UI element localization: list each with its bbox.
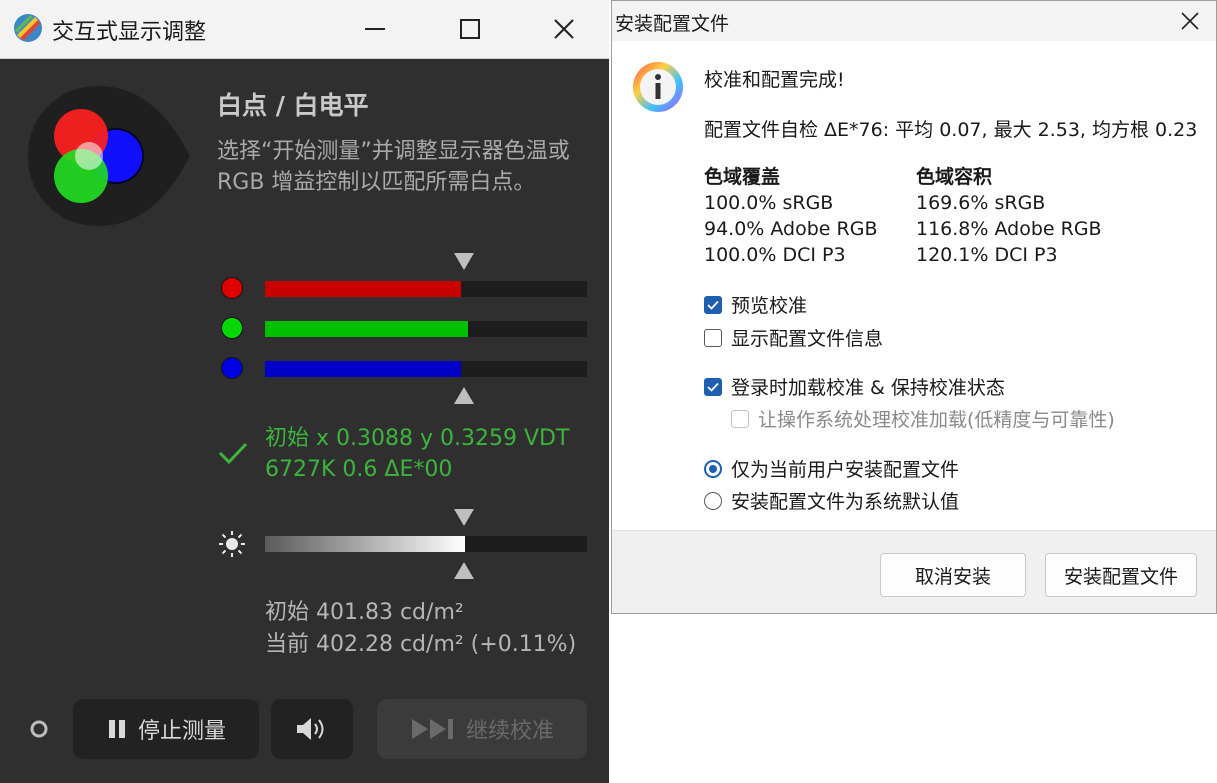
close-icon	[554, 19, 574, 39]
completion-heading: 校准和配置完成!	[704, 69, 845, 91]
gamut-coverage-row: 100.0% sRGB	[704, 192, 834, 214]
gamut-volume-row: 169.6% sRGB	[916, 192, 1046, 214]
speaker-icon	[297, 718, 324, 740]
red-gain-fill	[265, 281, 462, 297]
rgb-target-marker-bottom	[454, 387, 474, 404]
luminance-bar	[265, 536, 587, 552]
luminance-target-marker-bottom	[454, 562, 474, 579]
info-icon	[633, 62, 683, 112]
checkbox-checked-icon	[704, 295, 722, 314]
measurement-status: 初始 x 0.3088 y 0.3259 VDT 6727K 0.6 ΔE*00	[265, 423, 569, 485]
green-channel-dot	[221, 317, 243, 339]
minimize-icon	[365, 28, 385, 30]
section-title: 白点 / 白电平	[217, 91, 369, 120]
red-channel-dot	[221, 277, 243, 299]
show-profile-info-label: 显示配置文件信息	[731, 328, 884, 350]
os-calibration-loading-label: 让操作系统处理校准加载(低精度与可靠性)	[758, 409, 1115, 431]
install-system-default-radio[interactable]: 安装配置文件为系统默认值	[704, 487, 959, 514]
blue-channel-dot	[221, 357, 243, 379]
maximize-button[interactable]	[440, 6, 500, 52]
minimize-button[interactable]	[345, 6, 405, 52]
load-on-login-checkbox[interactable]: 登录时加载校准 & 保持校准状态	[704, 373, 1005, 400]
rgb-venn-icon	[28, 86, 190, 226]
blue-gain-fill	[265, 361, 462, 377]
sound-toggle-button[interactable]	[271, 699, 353, 759]
green-gain-fill	[265, 321, 468, 337]
window-title: 交互式显示调整	[52, 20, 207, 45]
os-calibration-loading-checkbox: 让操作系统处理校准加载(低精度与可靠性)	[731, 405, 1115, 432]
luminance-initial: 初始 401.83 cd/m²	[265, 600, 464, 625]
instruction-text: 选择“开始测量”并调整显示器色温或 RGB 增益控制以匹配所需白点。	[217, 139, 570, 195]
checkbox-checked-icon	[704, 377, 722, 396]
stop-measurement-button[interactable]: 停止测量	[73, 699, 259, 759]
install-profile-dialog: 安装配置文件 校准和配置完成! 配置文件自检 ΔE*76: 平均 0.07, 最…	[611, 0, 1217, 614]
indicator-ring-icon	[30, 720, 48, 738]
gamut-coverage-row: 100.0% DCI P3	[704, 244, 846, 266]
load-on-login-label: 登录时加载校准 & 保持校准状态	[731, 377, 1005, 399]
radio-selected-icon	[704, 459, 722, 478]
continue-calibration-button[interactable]: 继续校准	[377, 699, 587, 759]
stop-measurement-label: 停止测量	[137, 719, 226, 744]
gamut-coverage-column: 色域覆盖 100.0% sRGB 94.0% Adobe RGB 100.0% …	[704, 164, 878, 268]
checkbox-unchecked-icon	[704, 328, 722, 347]
gamut-coverage-header: 色域覆盖	[704, 166, 781, 188]
maximize-icon	[460, 19, 480, 39]
preview-calibration-label: 预览校准	[731, 295, 808, 317]
dialog-footer: 取消安装 安装配置文件	[612, 530, 1216, 613]
green-gain-bar	[265, 321, 587, 337]
luminance-target-marker-top	[454, 509, 474, 526]
dialog-title-bar: 安装配置文件	[612, 1, 1216, 41]
gamut-volume-header: 色域容积	[916, 166, 993, 188]
gamut-volume-row: 116.8% Adobe RGB	[916, 218, 1102, 240]
gamut-volume-row: 120.1% DCI P3	[916, 244, 1058, 266]
status-line-1: 初始 x 0.3088 y 0.3259 VDT	[265, 426, 570, 451]
cancel-install-button[interactable]: 取消安装	[880, 553, 1026, 597]
close-button[interactable]	[534, 6, 594, 52]
red-gain-bar	[265, 281, 587, 297]
dialog-title: 安装配置文件	[615, 13, 730, 35]
gamut-volume-column: 色域容积 169.6% sRGB 116.8% Adobe RGB 120.1%…	[916, 164, 1102, 268]
install-profile-button[interactable]: 安装配置文件	[1045, 553, 1197, 597]
install-current-user-radio[interactable]: 仅为当前用户安装配置文件	[704, 455, 959, 482]
dialog-close-button[interactable]	[1168, 3, 1212, 39]
luminance-fill	[265, 536, 465, 552]
skip-forward-icon	[411, 719, 453, 739]
luminance-readout: 初始 401.83 cd/m² 当前 402.28 cd/m² (+0.11%)	[265, 597, 576, 661]
luminance-current: 当前 402.28 cd/m² (+0.11%)	[265, 632, 577, 657]
show-profile-info-checkbox[interactable]: 显示配置文件信息	[704, 324, 883, 351]
displaycal-logo-icon	[14, 14, 42, 42]
brightness-icon	[219, 531, 245, 557]
pause-icon	[108, 720, 125, 738]
gamut-coverage-row: 94.0% Adobe RGB	[704, 218, 878, 240]
profile-selftest-summary: 配置文件自检 ΔE*76: 平均 0.07, 最大 2.53, 均方根 0.23	[704, 119, 1198, 141]
install-current-user-label: 仅为当前用户安装配置文件	[731, 459, 960, 481]
install-system-default-label: 安装配置文件为系统默认值	[731, 491, 960, 513]
title-bar: 交互式显示调整	[0, 0, 609, 59]
rgb-target-marker-top	[454, 253, 474, 270]
continue-calibration-label: 继续校准	[465, 719, 554, 744]
check-icon	[218, 442, 248, 465]
checkbox-disabled-icon	[731, 409, 749, 428]
status-line-2: 6727K 0.6 ΔE*00	[265, 457, 453, 482]
blue-gain-bar	[265, 361, 587, 377]
preview-calibration-checkbox[interactable]: 预览校准	[704, 291, 807, 318]
radio-unselected-icon	[704, 491, 722, 510]
interactive-display-adjustment-window: 交互式显示调整 白点 / 白电平 选择“开始测量”并调整显示器色温或 RGB 增…	[0, 0, 609, 783]
close-icon	[1181, 12, 1199, 30]
